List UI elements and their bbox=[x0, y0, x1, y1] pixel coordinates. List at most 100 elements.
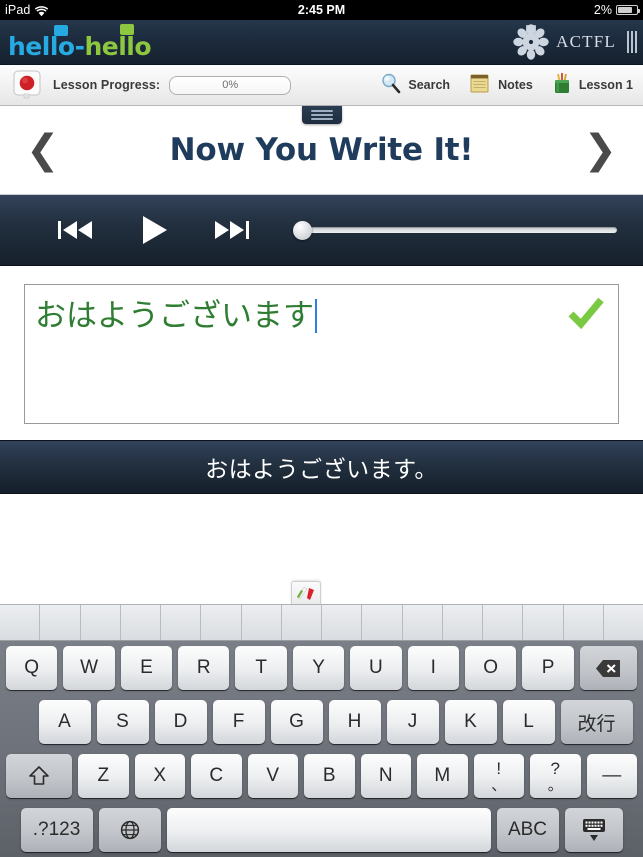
key-backspace[interactable] bbox=[579, 646, 638, 690]
candidate-cell[interactable] bbox=[0, 605, 41, 640]
key-period-label: 。 bbox=[547, 776, 563, 794]
key-t[interactable]: T bbox=[235, 646, 287, 690]
slider-track bbox=[301, 227, 617, 233]
answer-typed-text: おはようございます bbox=[35, 298, 314, 334]
status-bar-clock: 2:45 PM bbox=[297, 3, 346, 17]
pencil-cup-icon bbox=[551, 71, 573, 100]
key-f[interactable]: F bbox=[212, 700, 265, 744]
ios-status-bar: iPad 2:45 PM 2% bbox=[0, 0, 643, 20]
key-s[interactable]: S bbox=[96, 700, 149, 744]
key-d[interactable]: D bbox=[154, 700, 207, 744]
key-y[interactable]: Y bbox=[292, 646, 345, 690]
key-w[interactable]: W bbox=[63, 646, 115, 690]
keyboard-row-4: .?123 ABC bbox=[3, 808, 640, 852]
target-sentence: おはようございます。 bbox=[205, 457, 438, 483]
hide-keyboard-icon bbox=[582, 819, 605, 841]
key-r[interactable]: R bbox=[178, 646, 230, 690]
speech-bubble-blue-icon bbox=[54, 25, 68, 36]
japan-flag-icon[interactable] bbox=[13, 70, 43, 100]
candidate-cell[interactable] bbox=[81, 605, 121, 640]
next-screen-button[interactable]: ❯ bbox=[583, 130, 617, 170]
candidate-cell[interactable] bbox=[604, 605, 643, 640]
ime-candidate-bar[interactable] bbox=[0, 604, 643, 641]
key-b[interactable]: B bbox=[304, 754, 355, 798]
key-a[interactable]: A bbox=[38, 700, 91, 744]
candidate-cell[interactable] bbox=[161, 605, 202, 640]
key-comma-label: 、 bbox=[491, 776, 507, 794]
ios-keyboard: Q W E R T Y U I O P A S D F G H J K L 改行… bbox=[0, 581, 643, 857]
keyboard-row-2: A S D F G H J K L 改行 bbox=[3, 700, 640, 744]
notes-label: Notes bbox=[498, 78, 533, 92]
search-button[interactable]: Search bbox=[380, 72, 450, 99]
shift-arrow-icon bbox=[29, 766, 49, 785]
candidate-cell[interactable] bbox=[443, 605, 483, 640]
ime-pen-icon[interactable] bbox=[291, 581, 321, 604]
answer-text-wrapper: おはようございます bbox=[35, 297, 548, 336]
key-p[interactable]: P bbox=[522, 646, 574, 690]
key-z[interactable]: Z bbox=[78, 754, 129, 798]
logo-dash: - bbox=[74, 32, 85, 61]
notes-button[interactable]: Notes bbox=[468, 72, 533, 99]
keyboard-row-3: Z X C V B N M ! 、 ? 。 — bbox=[3, 754, 640, 798]
key-m[interactable]: M bbox=[417, 754, 468, 798]
slider-knob[interactable] bbox=[293, 220, 312, 240]
play-icon[interactable] bbox=[137, 213, 171, 247]
candidate-cell[interactable] bbox=[242, 605, 282, 640]
candidate-cell[interactable] bbox=[564, 605, 604, 640]
key-globe[interactable] bbox=[98, 808, 161, 852]
key-exclaim-comma[interactable]: ! 、 bbox=[473, 754, 525, 798]
candidate-cell[interactable] bbox=[523, 605, 564, 640]
lesson-progress-bar: 0% bbox=[169, 75, 292, 95]
keyboard-row-1: Q W E R T Y U I O P bbox=[3, 646, 640, 690]
key-u[interactable]: U bbox=[350, 646, 402, 690]
candidate-cell[interactable] bbox=[403, 605, 443, 640]
key-o[interactable]: O bbox=[464, 646, 517, 690]
key-question-period[interactable]: ? 。 bbox=[530, 754, 581, 798]
key-dash[interactable]: — bbox=[586, 754, 638, 798]
audio-player-bar bbox=[0, 195, 643, 266]
key-v[interactable]: V bbox=[247, 754, 299, 798]
content-spacer bbox=[0, 494, 643, 546]
key-j[interactable]: J bbox=[386, 700, 439, 744]
key-i[interactable]: I bbox=[407, 646, 459, 690]
actfl-label: ACTFL bbox=[556, 32, 616, 51]
lesson-button[interactable]: Lesson 1 bbox=[551, 71, 633, 100]
candidate-cell[interactable] bbox=[121, 605, 161, 640]
key-e[interactable]: E bbox=[120, 646, 173, 690]
hello-hello-logo[interactable]: hello-hello bbox=[0, 24, 152, 61]
key-n[interactable]: N bbox=[360, 754, 412, 798]
key-space[interactable] bbox=[166, 808, 491, 852]
key-abc[interactable]: ABC bbox=[496, 808, 559, 852]
lesson-progress-label: Lesson Progress: bbox=[53, 78, 161, 92]
candidate-cell[interactable] bbox=[40, 605, 81, 640]
logo-text-first: hello bbox=[8, 32, 75, 61]
key-k[interactable]: K bbox=[444, 700, 497, 744]
rewind-icon[interactable] bbox=[55, 217, 95, 243]
key-c[interactable]: C bbox=[191, 754, 242, 798]
audio-progress-slider[interactable] bbox=[293, 220, 617, 240]
page-title: Now You Write It! bbox=[169, 132, 474, 168]
fast-forward-icon[interactable] bbox=[213, 217, 253, 243]
key-h[interactable]: H bbox=[328, 700, 381, 744]
candidate-cell[interactable] bbox=[201, 605, 242, 640]
key-g[interactable]: G bbox=[270, 700, 323, 744]
answer-input[interactable]: おはようございます bbox=[24, 284, 619, 424]
drawer-handle-icon[interactable] bbox=[301, 106, 342, 124]
toolbar-actions: Search Notes Lesson 1 bbox=[380, 71, 643, 100]
candidate-cell[interactable] bbox=[483, 605, 524, 640]
key-q[interactable]: Q bbox=[5, 646, 58, 690]
key-shift[interactable] bbox=[5, 754, 73, 798]
candidate-cell[interactable] bbox=[282, 605, 322, 640]
key-l[interactable]: L bbox=[502, 700, 555, 744]
magnifier-icon bbox=[380, 72, 402, 99]
previous-screen-button[interactable]: ❮ bbox=[26, 130, 60, 170]
battery-icon bbox=[616, 5, 640, 15]
key-hide-keyboard[interactable] bbox=[564, 808, 623, 852]
key-numbers[interactable]: .?123 bbox=[20, 808, 93, 852]
candidate-cell[interactable] bbox=[362, 605, 403, 640]
key-x[interactable]: X bbox=[134, 754, 186, 798]
candidate-cell[interactable] bbox=[322, 605, 363, 640]
logo-text-second: hello bbox=[84, 32, 152, 61]
globe-icon bbox=[120, 820, 139, 840]
key-return[interactable]: 改行 bbox=[560, 700, 633, 744]
